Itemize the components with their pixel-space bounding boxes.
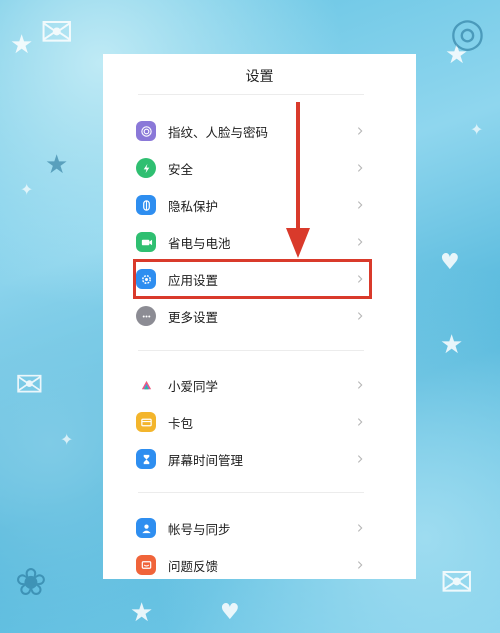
chevron-right-icon [354,199,366,211]
chevron-right-icon [354,379,366,391]
settings-item-label: 隐私保护 [168,198,219,214]
star-decoration-icon: ✦ [60,430,74,449]
settings-item-screen-time[interactable]: 屏幕时间管理 [136,444,366,474]
star-decoration-icon: ★ [10,30,34,60]
star-decoration-icon: ✦ [470,120,484,139]
circle-decoration-icon: ◎ [450,10,485,56]
hourglass-icon [136,449,156,469]
star-decoration-icon: ★ [45,150,69,180]
settings-item-privacy[interactable]: 隐私保护 [136,190,366,220]
settings-item-more[interactable]: 更多设置 [136,301,366,331]
fingerprint-icon [136,121,156,141]
settings-item-label: 指纹、人脸与密码 [168,124,269,140]
background-frame: ★ ★ ✦ ✦ ★ ★ ✦ ★ ◎ ✉ ✉ ✉ ❀ ♥ ♥ 设置 指纹、人脸与密… [0,0,500,633]
divider [138,492,364,493]
settings-item-label: 安全 [168,161,194,177]
settings-item-fingerprint[interactable]: 指纹、人脸与密码 [136,116,366,146]
settings-item-account[interactable]: 帐号与同步 [136,513,366,543]
settings-item-xiaoai[interactable]: 小爱同学 [136,370,366,400]
heart-decoration-icon: ♥ [440,250,460,275]
settings-item-wallet[interactable]: 卡包 [136,407,366,437]
star-decoration-icon: ★ [130,598,154,628]
chevron-right-icon [354,416,366,428]
envelope-decoration-icon: ✉ [440,560,474,606]
settings-item-label: 小爱同学 [168,378,219,394]
settings-item-label: 省电与电池 [168,235,231,251]
chevron-right-icon [354,125,366,137]
envelope-decoration-icon: ✉ [15,365,44,405]
divider [138,94,364,95]
xiaoai-icon [136,375,156,395]
settings-item-label: 卡包 [168,415,194,431]
settings-item-label: 屏幕时间管理 [168,452,244,468]
page-title: 设置 [245,69,274,85]
settings-item-battery[interactable]: 省电与电池 [136,227,366,257]
wallet-icon [136,412,156,432]
envelope-decoration-icon: ✉ [40,10,74,56]
settings-item-label: 更多设置 [168,309,219,325]
chevron-right-icon [354,310,366,322]
battery-icon [136,232,156,252]
chevron-right-icon [354,162,366,174]
more-icon [136,306,156,326]
chevron-right-icon [354,236,366,248]
chevron-right-icon [354,522,366,534]
settings-item-label: 帐号与同步 [168,521,231,537]
heart-decoration-icon: ♥ [220,600,240,625]
settings-panel: 设置 指纹、人脸与密码 安全 隐私保护 省电与电池 应用设置 更多设置 小爱同学… [103,54,416,579]
star-decoration-icon: ✦ [20,180,34,199]
chevron-right-icon [354,559,366,571]
divider [138,350,364,351]
account-icon [136,518,156,538]
star-decoration-icon: ★ [440,330,464,360]
settings-item-feedback[interactable]: 问题反馈 [136,550,366,579]
feedback-icon [136,555,156,575]
arrow-down-icon [286,102,310,258]
highlight-box [133,259,372,299]
knot-decoration-icon: ❀ [15,560,47,604]
chevron-right-icon [354,453,366,465]
settings-item-security[interactable]: 安全 [136,153,366,183]
settings-item-label: 问题反馈 [168,558,219,574]
privacy-icon [136,195,156,215]
shield-icon [136,158,156,178]
